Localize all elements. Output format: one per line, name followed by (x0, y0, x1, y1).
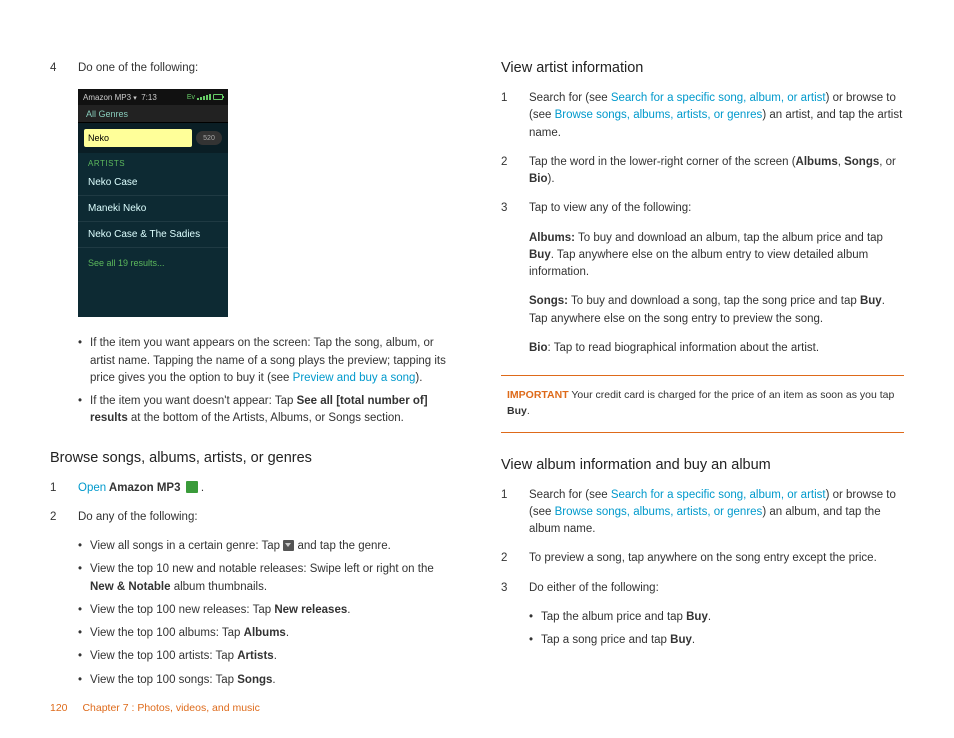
chapter-title: Chapter 7 : Photos, videos, and music (82, 702, 259, 714)
list-item: •View all songs in a certain genre: Tap … (78, 538, 453, 555)
search-box: Neko (84, 129, 192, 147)
step-1: 1 Search for (see Search for a specific … (501, 487, 904, 539)
clock: 7:13 (141, 93, 157, 102)
genres-row: All Genres (78, 105, 228, 123)
link-search-specific[interactable]: Search for a specific song, album, or ar… (611, 489, 826, 501)
link-browse-songs[interactable]: Browse songs, albums, artists, or genres (555, 506, 763, 518)
app-name: Amazon MP3 (83, 93, 131, 102)
artist-row: Neko Case (78, 170, 228, 196)
bio-info: Bio: Tap to read biographical informatio… (529, 340, 904, 357)
heading-browse: Browse songs, albums, artists, or genres (50, 450, 453, 466)
search-row: Neko 520 (78, 123, 228, 153)
artist-row: Maneki Neko (78, 196, 228, 222)
important-note: IMPORTANT Your credit card is charged fo… (501, 375, 904, 433)
list-item: •View the top 10 new and notable release… (78, 561, 453, 596)
step-2: 2 To preview a song, tap anywhere on the… (501, 550, 904, 567)
artist-row: Neko Case & The Sadies (78, 222, 228, 248)
page-number: 120 (50, 702, 68, 714)
list-item: •Tap a song price and tap Buy. (529, 632, 904, 649)
signal-icon (197, 94, 211, 100)
step-1: 1 Open Amazon MP3 . (50, 480, 453, 497)
list-item: •Tap the album price and tap Buy. (529, 609, 904, 626)
link-search-specific[interactable]: Search for a specific song, album, or ar… (611, 92, 826, 104)
step-number: 3 (501, 580, 529, 597)
list-item: •View the top 100 new releases: Tap New … (78, 602, 453, 619)
step-text: Do one of the following: (78, 60, 453, 77)
signal-area: Ev (187, 94, 223, 101)
step-2: 2 Tap the word in the lower-right corner… (501, 154, 904, 189)
amazon-mp3-icon (186, 481, 198, 493)
albums-info: Albums: To buy and download an album, ta… (529, 230, 904, 282)
list-item: •If the item you want doesn't appear: Ta… (78, 393, 453, 428)
heading-artist-info: View artist information (501, 60, 904, 76)
step-3: 3 Do either of the following: (501, 580, 904, 597)
step2-bullets: •View all songs in a certain genre: Tap … (78, 538, 453, 689)
step-2: 2 Do any of the following: (50, 509, 453, 526)
list-item: •View the top 100 albums: Tap Albums. (78, 625, 453, 642)
step-number: 1 (501, 90, 529, 142)
step-3: 3 Tap to view any of the following: (501, 200, 904, 217)
artists-label: ARTISTS (78, 153, 228, 170)
link-preview-buy[interactable]: Preview and buy a song (293, 372, 416, 384)
step-4: 4 Do one of the following: (50, 60, 453, 77)
link-open[interactable]: Open (78, 482, 106, 494)
heading-album-info: View album information and buy an album (501, 457, 904, 473)
step-number: 2 (50, 509, 78, 526)
step-1: 1 Search for (see Search for a specific … (501, 90, 904, 142)
list-item: •View the top 100 artists: Tap Artists. (78, 648, 453, 665)
step4-bullets: •If the item you want appears on the scr… (78, 335, 453, 427)
step-number: 3 (501, 200, 529, 217)
step-number: 2 (501, 154, 529, 189)
count-pill: 520 (196, 131, 222, 145)
see-all-results: See all 19 results... (78, 248, 228, 278)
important-label: IMPORTANT (507, 389, 569, 401)
status-bar: Amazon MP3 ▾ 7:13 Ev (78, 89, 228, 105)
page-footer: 120 Chapter 7 : Photos, videos, and musi… (50, 702, 260, 714)
left-column: 4 Do one of the following: Amazon MP3 ▾ … (50, 60, 453, 695)
songs-info: Songs: To buy and download a song, tap t… (529, 293, 904, 328)
phone-screenshot: Amazon MP3 ▾ 7:13 Ev All Genres Neko 520… (78, 89, 228, 317)
link-browse-songs[interactable]: Browse songs, albums, artists, or genres (555, 109, 763, 121)
step-number: 2 (501, 550, 529, 567)
step3-bullets: •Tap the album price and tap Buy. •Tap a… (529, 609, 904, 650)
right-column: View artist information 1 Search for (se… (501, 60, 904, 695)
battery-icon (213, 94, 223, 100)
list-item: •If the item you want appears on the scr… (78, 335, 453, 387)
list-item: •View the top 100 songs: Tap Songs. (78, 672, 453, 689)
step-number: 4 (50, 60, 78, 77)
dropdown-icon (283, 540, 294, 551)
step-number: 1 (501, 487, 529, 539)
step-number: 1 (50, 480, 78, 497)
